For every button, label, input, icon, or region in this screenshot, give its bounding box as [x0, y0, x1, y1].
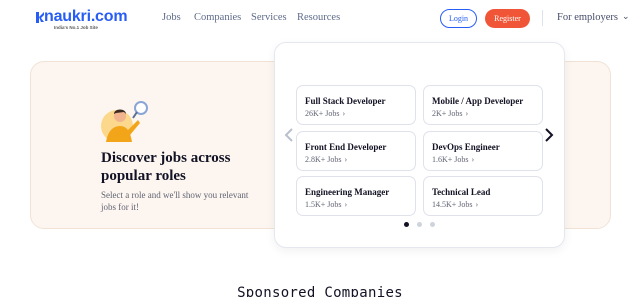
role-title: Technical Lead: [432, 187, 491, 197]
nav-services[interactable]: Services: [251, 12, 287, 23]
role-card-engineering-manager[interactable]: Engineering Manager 1.5K+ Jobs ›: [296, 176, 416, 216]
role-card-devops-engineer[interactable]: DevOps Engineer 1.6K+ Jobs ›: [423, 131, 543, 171]
role-job-count: 2.8K+ Jobs ›: [305, 155, 348, 164]
logo-tagline: India's No.1 Job Site: [54, 25, 98, 30]
chevron-down-icon: ⌄: [621, 11, 630, 21]
person-with-magnifier-illustration: [101, 101, 148, 142]
chevron-right-icon: ›: [342, 109, 346, 118]
hero-subtext: Select a role and we'll show you relevan…: [101, 190, 249, 212]
chevron-right-icon: ›: [465, 109, 469, 118]
for-employers-label: For employers: [557, 12, 618, 23]
nav-resources[interactable]: Resources: [297, 12, 340, 23]
for-employers-menu[interactable]: For employers ⌄: [557, 11, 630, 23]
chevron-right-icon: ›: [475, 200, 479, 209]
role-job-count: 26K+ Jobs ›: [305, 109, 346, 118]
chevron-right-icon: ›: [344, 200, 348, 209]
role-job-count: 14.5K+ Jobs ›: [432, 200, 479, 209]
role-card-full-stack-developer[interactable]: Full Stack Developer 26K+ Jobs ›: [296, 85, 416, 125]
chevron-right-icon: ›: [344, 155, 348, 164]
role-title: Mobile / App Developer: [432, 96, 524, 106]
role-job-count: 2K+ Jobs ›: [432, 109, 469, 118]
role-card-technical-lead[interactable]: Technical Lead 14.5K+ Jobs ›: [423, 176, 543, 216]
role-card-mobile-app-developer[interactable]: Mobile / App Developer 2K+ Jobs ›: [423, 85, 543, 125]
carousel-dot-3[interactable]: [430, 222, 435, 227]
header-divider: [542, 10, 543, 26]
role-title: Front End Developer: [305, 142, 387, 152]
naukri-logo[interactable]: naukri.com India's No.1 Job Site: [35, 8, 131, 33]
carousel-dot-2[interactable]: [417, 222, 422, 227]
role-job-count: 1.6K+ Jobs ›: [432, 155, 475, 164]
role-job-count: 1.5K+ Jobs ›: [305, 200, 348, 209]
top-header: naukri.com India's No.1 Job Site Jobs Co…: [0, 0, 640, 36]
sponsored-companies-heading: Sponsored Companies: [237, 285, 403, 297]
carousel-dot-1[interactable]: [404, 222, 409, 227]
chevron-right-icon[interactable]: [543, 127, 555, 143]
role-title: Full Stack Developer: [305, 96, 386, 106]
hero-headline: Discover jobs across popular roles: [101, 150, 231, 184]
chevron-right-icon: ›: [471, 155, 475, 164]
chevron-left-icon[interactable]: [283, 127, 295, 143]
role-card-front-end-developer[interactable]: Front End Developer 2.8K+ Jobs ›: [296, 131, 416, 171]
login-button[interactable]: Login: [440, 9, 477, 28]
nav-jobs[interactable]: Jobs: [162, 12, 181, 23]
register-button[interactable]: Register: [485, 9, 530, 28]
role-title: Engineering Manager: [305, 187, 390, 197]
nav-companies[interactable]: Companies: [194, 12, 241, 23]
role-title: DevOps Engineer: [432, 142, 500, 152]
logo-text: naukri.com: [44, 8, 128, 25]
